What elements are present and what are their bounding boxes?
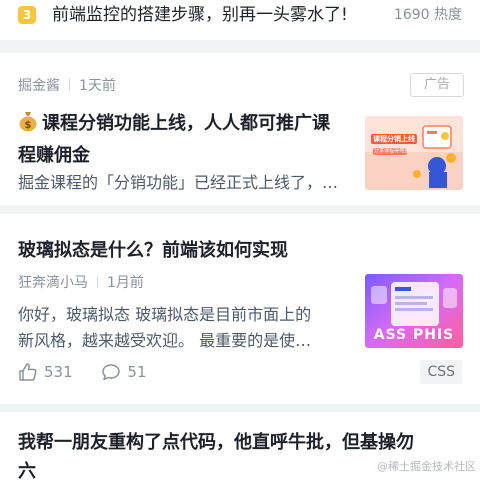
hot-list-item[interactable]: 3 前端监控的搭建步骤，别再一头雾水了! 1690 热度 bbox=[0, 0, 480, 40]
article-stats: 531 51 bbox=[18, 362, 171, 384]
comment-count: 51 bbox=[127, 363, 147, 381]
article-excerpt[interactable]: 你好，玻璃拟态 玻璃拟态是目前市面上的 新风格，越来越受欢迎。 最重要的是使… bbox=[18, 302, 358, 354]
hot-item-title[interactable]: 前端监控的搭建步骤，别再一头雾水了! bbox=[52, 4, 348, 26]
ad-card[interactable]: 掘金酱 1天前 广告 $ 课程分销功能上线，人人都可推广课 程赚佣金 掘金课程的「… bbox=[0, 53, 480, 205]
ad-excerpt[interactable]: 掘金课程的「分销功能」已经正式上线了，… bbox=[18, 170, 358, 196]
article-card[interactable]: 我帮一朋友重构了点代码，他直呼牛批，但基操勿 六 @稀土掘金技术社区 bbox=[0, 412, 480, 480]
like-button[interactable]: 531 bbox=[18, 362, 73, 382]
article-tag[interactable]: CSS bbox=[420, 360, 462, 384]
ad-title-line1: 课程分销功能上线，人人都可推广课 bbox=[42, 113, 330, 134]
post-time: 1天前 bbox=[79, 78, 116, 94]
svg-text:$: $ bbox=[25, 120, 32, 131]
thumbs-up-icon bbox=[18, 362, 44, 382]
author-name[interactable]: 狂奔滴小马 bbox=[18, 275, 88, 291]
comment-button[interactable]: 51 bbox=[101, 362, 147, 382]
ad-meta: 掘金酱 1天前 bbox=[18, 77, 116, 95]
ad-title[interactable]: $ 课程分销功能上线，人人都可推广课 程赚佣金 bbox=[18, 109, 358, 170]
article-excerpt-line2: 新风格，越来越受欢迎。 最重要的是使… bbox=[18, 331, 312, 350]
article-thumbnail[interactable]: ASS PHIS bbox=[365, 274, 463, 348]
article-meta: 狂奔滴小马 1月前 bbox=[18, 274, 144, 292]
comment-icon bbox=[101, 362, 127, 382]
article-card[interactable]: 玻璃拟态是什么？前端该如何实现 狂奔滴小马 1月前 你好，玻璃拟态 玻璃拟态是目前… bbox=[0, 214, 480, 404]
article-excerpt-line1: 你好，玻璃拟态 玻璃拟态是目前市面上的 bbox=[18, 305, 312, 324]
article-title-line1: 我帮一朋友重构了点代码，他直呼牛批，但基操勿 bbox=[18, 432, 414, 453]
ad-title-line2: 程赚佣金 bbox=[18, 145, 90, 166]
watermark: @稀土掘金技术社区 bbox=[377, 460, 476, 473]
rank-badge: 3 bbox=[18, 6, 36, 24]
article-thumbnail-text: ASS PHIS bbox=[373, 327, 455, 343]
article-title[interactable]: 玻璃拟态是什么？前端该如何实现 bbox=[18, 236, 288, 265]
heat-count: 1690 热度 bbox=[393, 7, 462, 23]
author-name[interactable]: 掘金酱 bbox=[18, 78, 60, 94]
post-time: 1月前 bbox=[107, 275, 144, 291]
meta-divider bbox=[97, 275, 98, 288]
ad-thumbnail-subtitle: 分享课程得佣金 bbox=[374, 148, 410, 154]
ad-thumbnail[interactable]: 课程分销上线 分享课程得佣金 bbox=[365, 116, 463, 190]
ad-thumbnail-title: 课程分销上线 bbox=[373, 135, 415, 143]
money-bag-icon: $ bbox=[18, 110, 38, 141]
meta-divider bbox=[69, 78, 70, 91]
ad-badge[interactable]: 广告 bbox=[410, 73, 464, 97]
like-count: 531 bbox=[44, 363, 73, 381]
article-title-line2: 六 bbox=[18, 461, 36, 480]
